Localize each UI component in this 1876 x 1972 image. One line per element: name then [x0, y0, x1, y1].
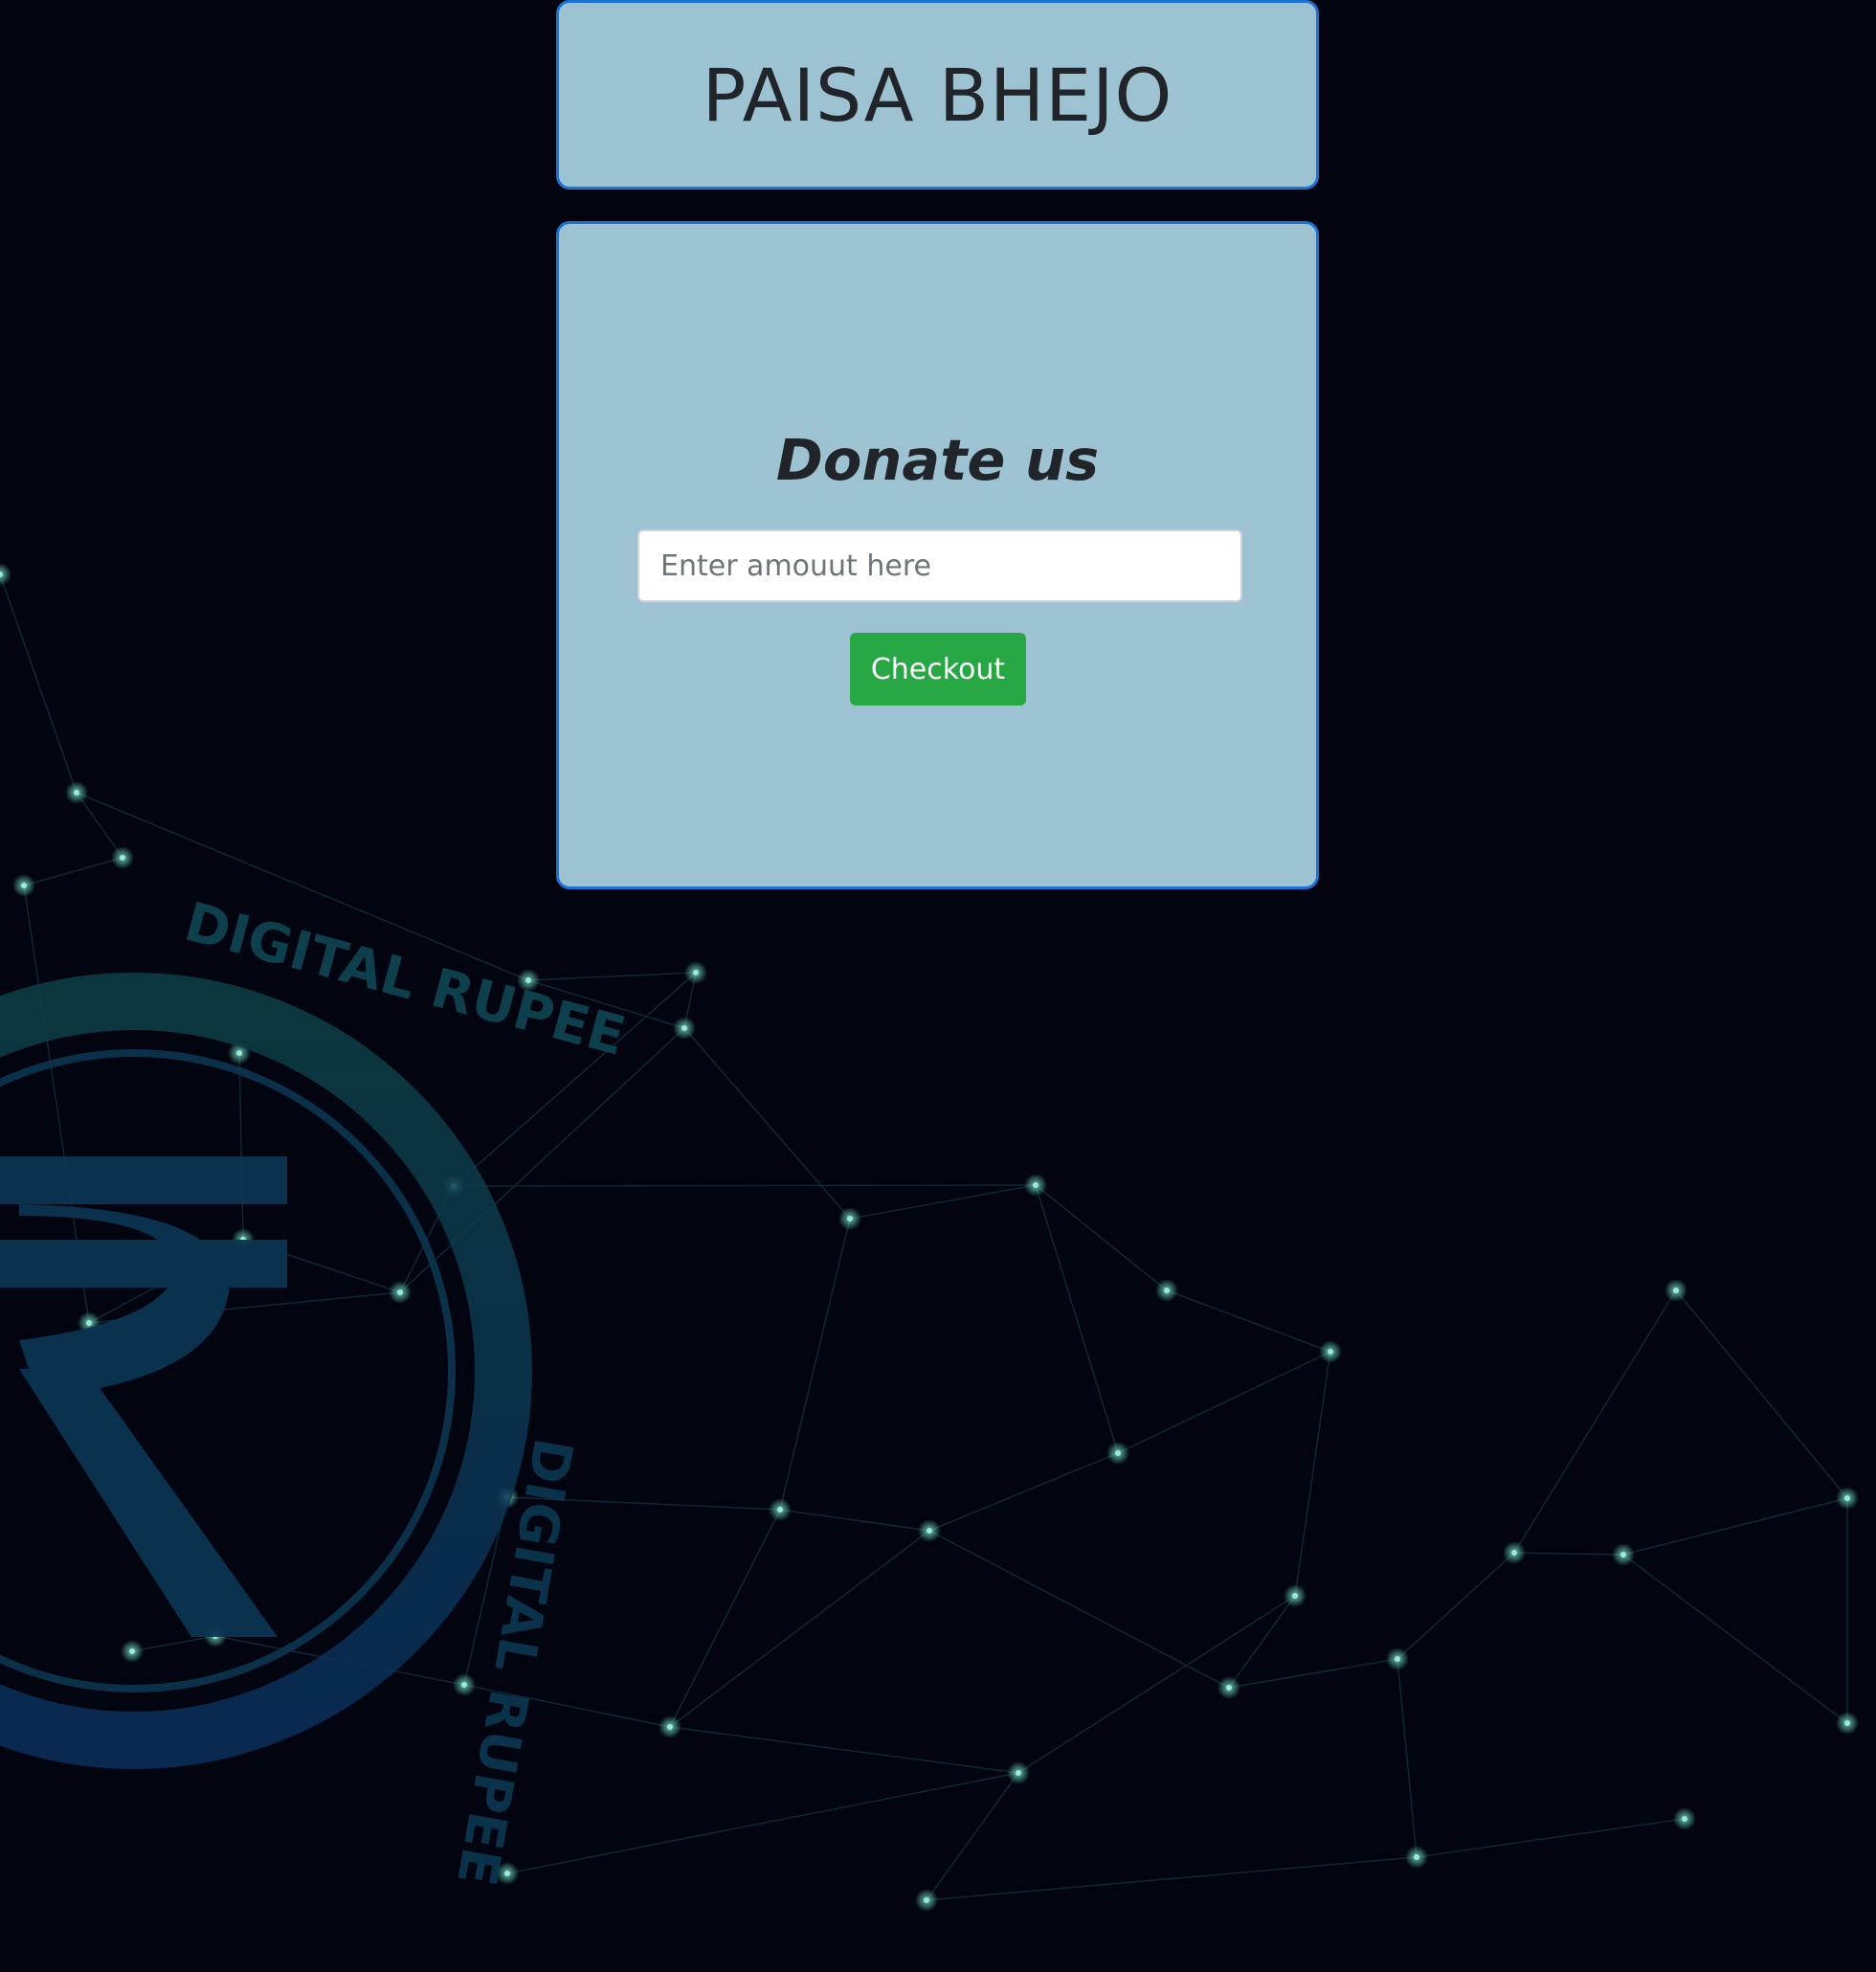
- network-node-core: [1292, 1593, 1298, 1599]
- network-node-core: [236, 1050, 242, 1056]
- network-node-core: [1033, 1182, 1038, 1188]
- network-node-core: [397, 1289, 403, 1295]
- header-card: PAISA BHEJO: [556, 0, 1319, 190]
- network-node-core: [667, 1724, 673, 1730]
- network-node-core: [1511, 1550, 1517, 1556]
- donate-card: Donate us Checkout: [556, 221, 1319, 889]
- network-node-core: [1115, 1450, 1121, 1456]
- network-node-core: [1844, 1495, 1850, 1501]
- network-node-core: [927, 1528, 932, 1534]
- digital-rupee-emblem-icon: DIGITAL RUPEE DIGITAL RUPEE: [0, 891, 632, 1890]
- amount-input[interactable]: [637, 529, 1242, 602]
- donate-heading: Donate us: [775, 427, 1100, 493]
- network-node-core: [693, 970, 699, 975]
- network-node-core: [86, 1320, 92, 1326]
- network-node-core: [924, 1897, 929, 1903]
- network-node-core: [1844, 1720, 1850, 1726]
- network-node-core: [1620, 1552, 1626, 1557]
- network-node-core: [1164, 1288, 1170, 1293]
- network-node-core: [1673, 1288, 1679, 1293]
- network-node-core: [1414, 1854, 1419, 1860]
- network-node-core: [1226, 1685, 1232, 1691]
- network-node-core: [777, 1507, 783, 1513]
- network-node-core: [1682, 1816, 1687, 1822]
- network-node-core: [1395, 1656, 1400, 1662]
- network-node-core: [1328, 1349, 1333, 1355]
- network-node-core: [129, 1648, 135, 1654]
- page-title: PAISA BHEJO: [702, 52, 1173, 138]
- network-node-core: [74, 790, 79, 796]
- network-node-core: [681, 1025, 687, 1031]
- network-node-core: [847, 1216, 853, 1221]
- network-node-core: [120, 855, 125, 861]
- network-node-core: [1016, 1770, 1021, 1776]
- network-node-core: [461, 1682, 467, 1688]
- network-node-core: [21, 883, 27, 888]
- checkout-button[interactable]: Checkout: [850, 633, 1026, 706]
